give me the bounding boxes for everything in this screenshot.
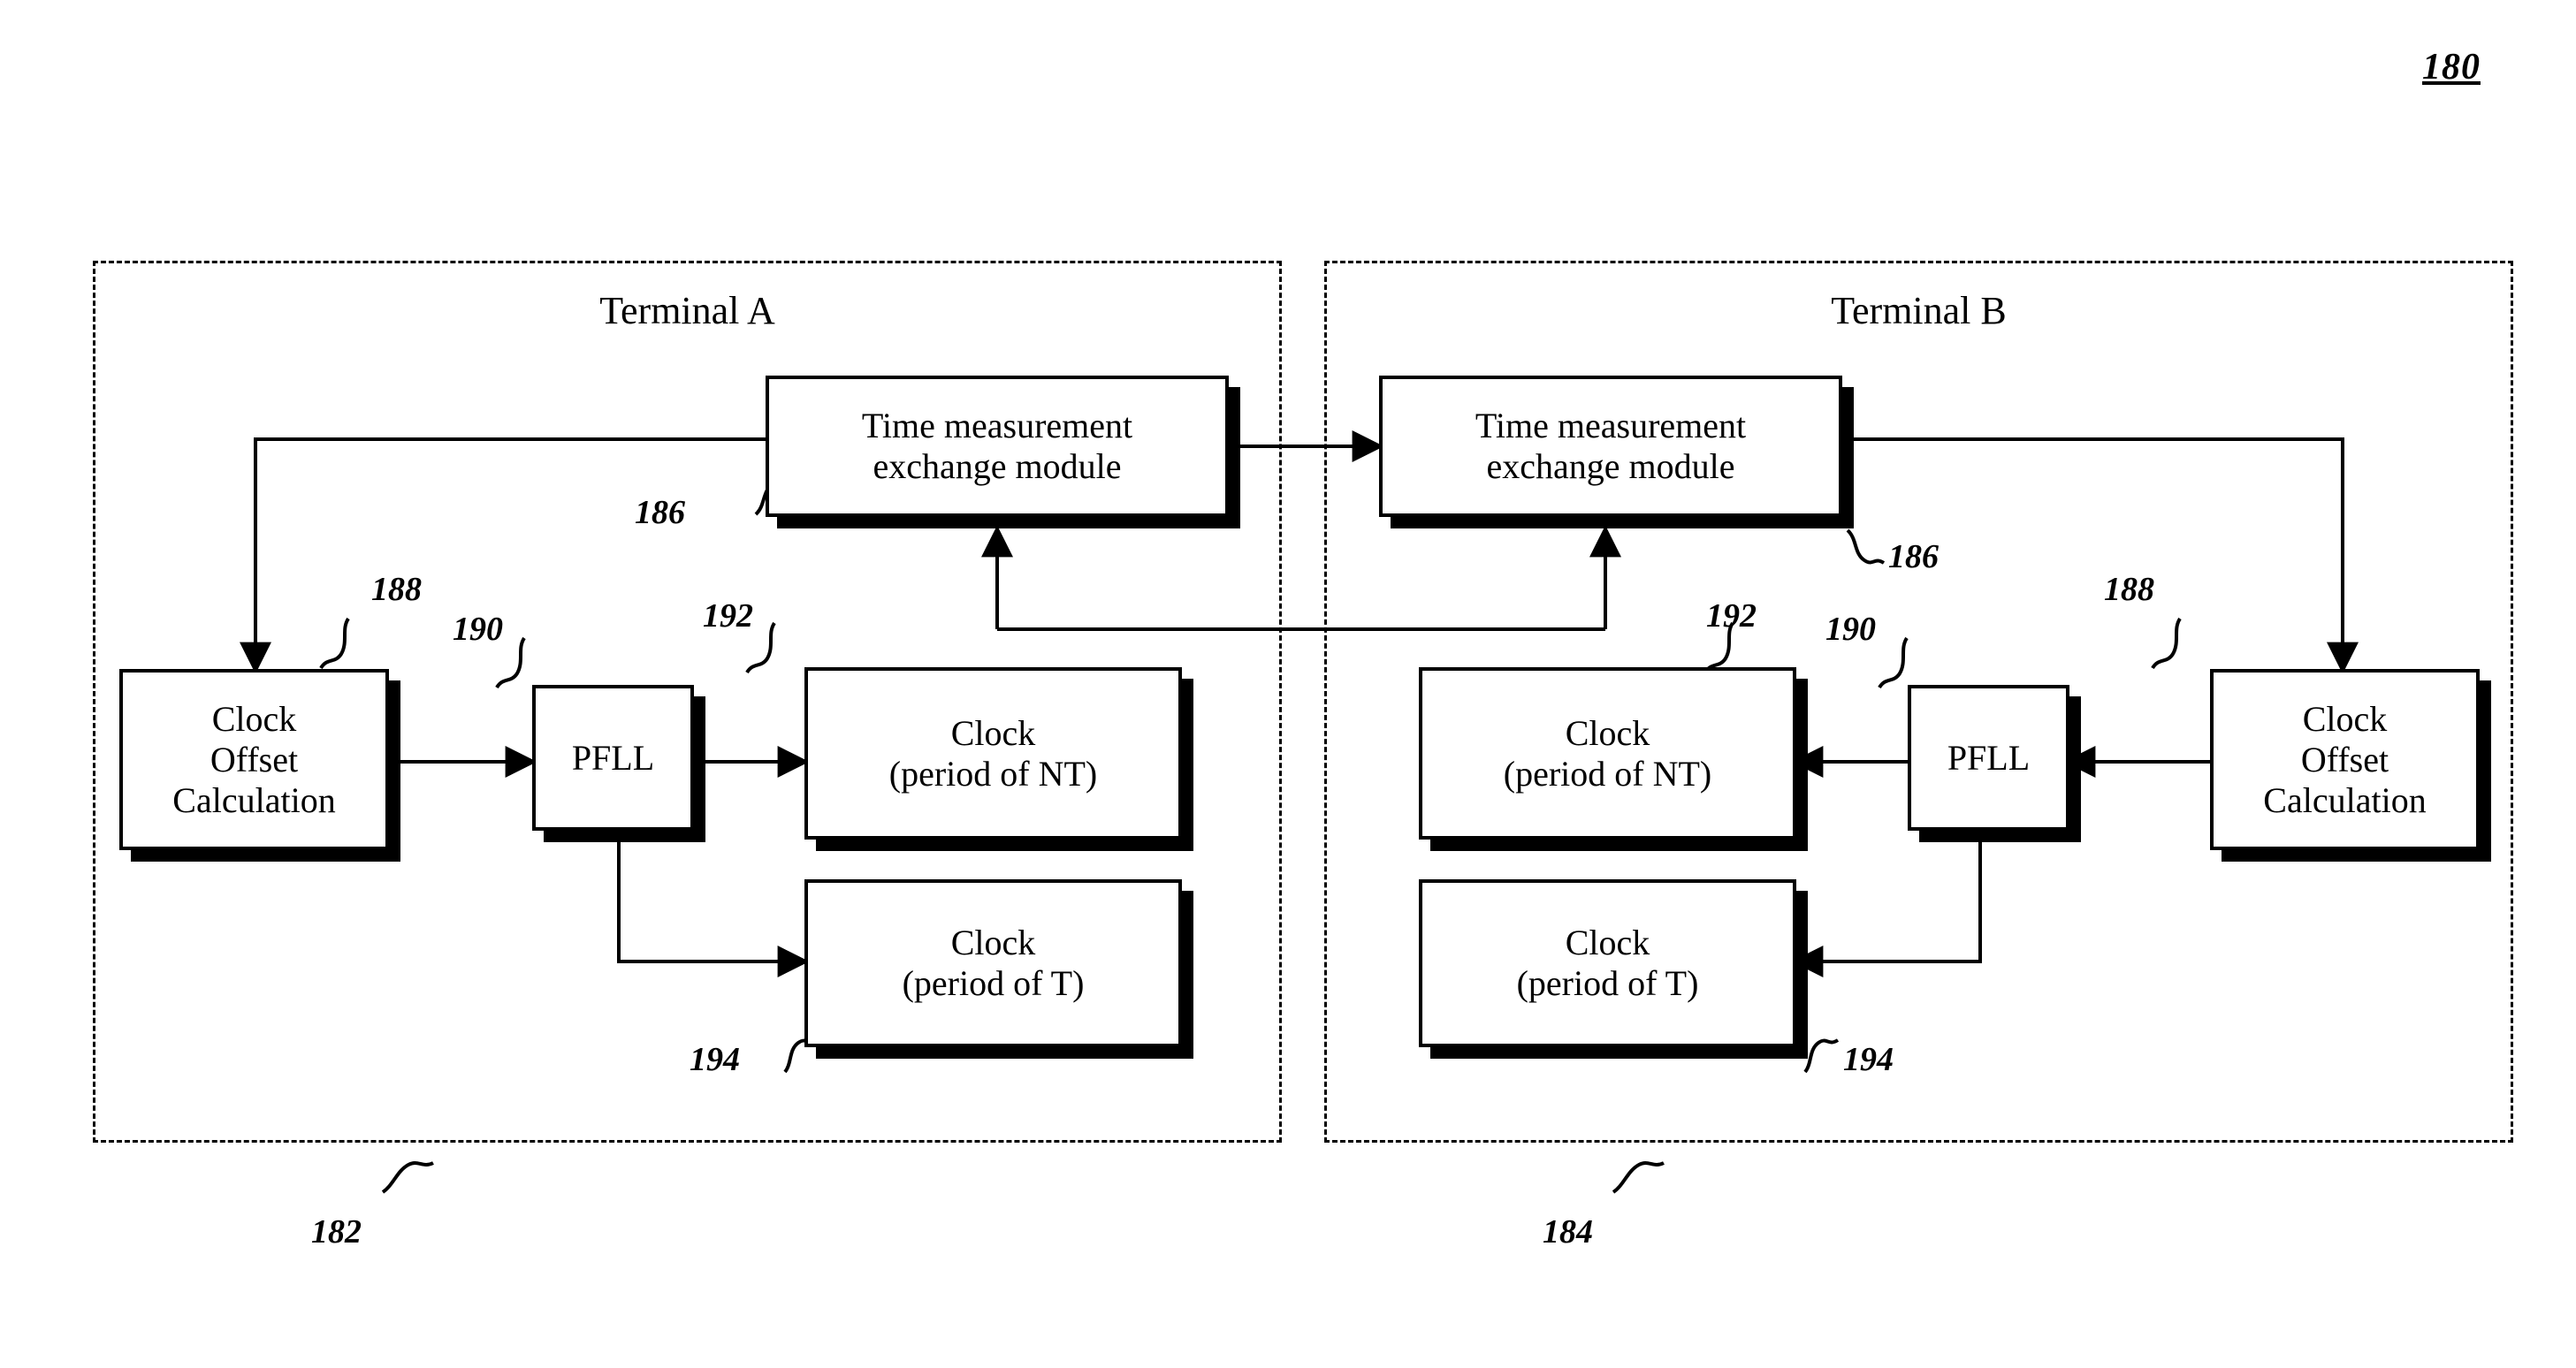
figure-canvas: 180 Terminal A Terminal B Time measureme… — [0, 0, 2576, 1368]
ref-190-b: 190 — [1825, 611, 1876, 648]
node-pfll-b[interactable]: PFLL — [1908, 685, 2069, 831]
node-clock-period-t-a[interactable]: Clock (period of T) — [804, 879, 1182, 1047]
node-clock-offset-calculation-a[interactable]: Clock Offset Calculation — [119, 669, 389, 850]
node-label: Time measurement exchange module — [1475, 406, 1747, 486]
ref-184: 184 — [1543, 1213, 1593, 1250]
node-label: PFLL — [1947, 737, 2031, 778]
node-pfll-a[interactable]: PFLL — [532, 685, 694, 831]
node-clock-period-nt-b[interactable]: Clock (period of NT) — [1419, 667, 1796, 840]
node-label: Time measurement exchange module — [861, 406, 1133, 486]
ref-194-a: 194 — [690, 1041, 740, 1078]
node-label: PFLL — [571, 737, 655, 778]
ref-190-a: 190 — [453, 611, 503, 648]
node-time-measurement-exchange-module-b[interactable]: Time measurement exchange module — [1379, 376, 1842, 517]
figure-number: 180 — [2422, 47, 2481, 87]
ref-192-a: 192 — [703, 597, 753, 635]
terminal-b-title: Terminal B — [1831, 289, 2007, 332]
ref-186-a: 186 — [635, 494, 685, 531]
node-clock-period-nt-a[interactable]: Clock (period of NT) — [804, 667, 1182, 840]
node-label: Clock (period of T) — [1516, 923, 1699, 1003]
ref-188-a: 188 — [371, 571, 422, 608]
node-label: Clock (period of NT) — [888, 712, 1098, 794]
ref-188-b: 188 — [2104, 571, 2154, 608]
node-label: Clock Offset Calculation — [172, 698, 336, 820]
node-label: Clock (period of NT) — [1503, 712, 1712, 794]
terminal-a-title: Terminal A — [599, 289, 775, 332]
ref-192-b: 192 — [1706, 597, 1757, 635]
node-clock-offset-calculation-b[interactable]: Clock Offset Calculation — [2210, 669, 2480, 850]
ref-194-b: 194 — [1843, 1041, 1894, 1078]
ref-182: 182 — [311, 1213, 362, 1250]
node-label: Clock (period of T) — [902, 923, 1085, 1003]
node-clock-period-t-b[interactable]: Clock (period of T) — [1419, 879, 1796, 1047]
ref-186-b: 186 — [1888, 538, 1939, 575]
node-label: Clock Offset Calculation — [2263, 698, 2427, 820]
node-time-measurement-exchange-module-a[interactable]: Time measurement exchange module — [766, 376, 1229, 517]
